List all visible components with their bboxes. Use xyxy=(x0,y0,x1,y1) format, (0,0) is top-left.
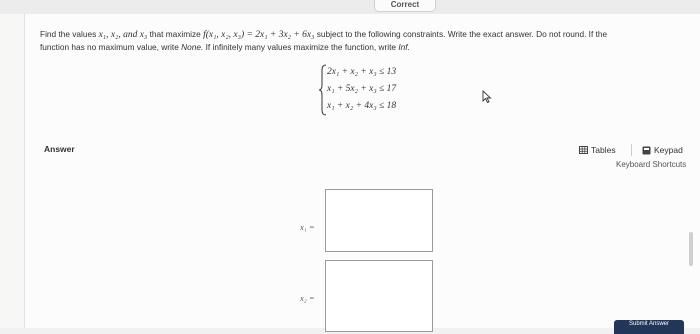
x2-input[interactable] xyxy=(325,260,433,332)
question-suffix: subject to the following constraints. Wr… xyxy=(316,29,608,39)
objective-function: f(x₁, x₂, x₃) = 2x₁ + 3x₂ + 6x₃ xyxy=(203,30,315,40)
x2-label: x₂ = xyxy=(300,293,315,303)
question-prefix: Find the values xyxy=(40,29,97,39)
question-variables: x₁, x₂, and x₃ xyxy=(98,30,148,40)
inf-word: Inf. xyxy=(398,42,410,52)
x1-input[interactable] xyxy=(325,189,433,252)
keypad-button[interactable]: Keypad xyxy=(642,143,683,157)
keypad-label: Keypad xyxy=(654,145,683,155)
answer-label: Answer xyxy=(44,144,75,154)
constraint-3: x₁ + x₂ + 4x₃ ≤ 18 xyxy=(327,101,397,111)
constraint-system: 2x₁ + x₂ + x₃ ≤ 13 x₁ + 5x₂ + x₃ ≤ 17 x₁… xyxy=(318,64,428,118)
question-line2-b: If infinitely many values maximize the f… xyxy=(205,42,397,52)
x1-label: x₁ = xyxy=(300,222,315,232)
constraint-2: x₁ + 5x₂ + x₃ ≤ 17 xyxy=(327,84,397,94)
question-text: Find the values x₁, x₂, and x₃ that maxi… xyxy=(40,28,680,53)
keyboard-shortcuts-link[interactable]: Keyboard Shortcuts xyxy=(616,160,686,169)
question-mid: that maximize xyxy=(149,29,201,39)
question-line2-a: function has no maximum value, write xyxy=(40,42,179,52)
scrollbar-thumb[interactable] xyxy=(689,232,693,266)
scrollbar[interactable] xyxy=(688,150,694,320)
correct-tab[interactable]: Correct xyxy=(374,0,436,12)
top-strip xyxy=(0,0,700,14)
tables-label: Tables xyxy=(591,145,616,155)
submit-answer-button[interactable]: Submit Answer xyxy=(614,320,684,334)
constraint-1: 2x₁ + x₂ + x₃ ≤ 13 xyxy=(327,67,397,77)
mouse-pointer-icon xyxy=(482,90,492,104)
keypad-icon xyxy=(642,146,651,154)
page-frame: Correct Find the values x₁, x₂, and x₃ t… xyxy=(0,0,700,334)
tools-divider xyxy=(631,144,632,156)
tables-button[interactable]: Tables xyxy=(579,143,616,157)
none-word: None. xyxy=(181,42,204,52)
table-icon xyxy=(579,146,588,154)
